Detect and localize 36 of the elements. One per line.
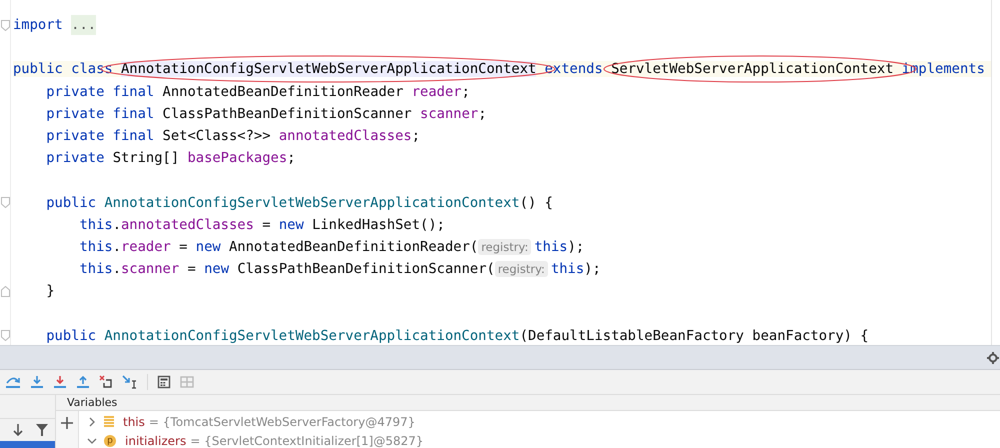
code-line: public AnnotationConfigServletWebServerApplicationContext(DefaultListableBeanFactory beanFactory) {: [45, 328, 869, 344]
filter-icon[interactable]: [36, 423, 48, 438]
panel-title[interactable]: Variables: [67, 396, 118, 409]
fold-marker-icon[interactable]: [0, 20, 10, 31]
settings-icon[interactable]: [987, 352, 999, 364]
code-line: private final ClassPathBeanDefinitionScanner scanner;: [45, 106, 486, 122]
parameter-badge: p: [104, 434, 116, 446]
code-line: this.annotatedClasses = new LinkedHashSet();: [78, 216, 445, 233]
code-line: public AnnotationConfigServletWebServerApplicationContext() {: [45, 194, 553, 211]
fold-marker-icon[interactable]: [0, 330, 10, 342]
code-line: private final Set<Class<?>> annotatedClasses;: [45, 128, 420, 144]
plus-icon[interactable]: [61, 417, 73, 429]
variable-value: = {ServletContextInitializer[1]@5827}: [190, 434, 424, 448]
code-line: private String[] basePackages;: [45, 150, 296, 166]
chevron-icon[interactable]: [87, 436, 97, 446]
code-editor[interactable]: [0, 0, 992, 345]
arrow-down-icon[interactable]: [53, 375, 67, 389]
code-line: }: [45, 283, 55, 300]
list-icon: [104, 416, 114, 428]
code-line: import ...: [13, 17, 96, 34]
fold-marker-icon[interactable]: [0, 286, 10, 297]
arrow-up-icon[interactable]: [76, 375, 90, 389]
drop-frame-icon[interactable]: [99, 375, 113, 389]
code-line: this.reader = new AnnotatedBeanDefinitionReader( registry: this);: [78, 238, 584, 255]
step-over-icon[interactable]: [5, 375, 21, 389]
arrow-down-icon[interactable]: [30, 375, 44, 389]
chevron-icon[interactable]: [87, 416, 97, 426]
variable-name: initializers: [125, 434, 186, 448]
fold-marker-icon[interactable]: [0, 197, 10, 208]
calculator-icon[interactable]: [157, 375, 171, 389]
arrow-down-icon[interactable]: [12, 423, 24, 438]
code-line: this.scanner = new ClassPathBeanDefinitionScanner( registry: this);: [78, 261, 601, 278]
code-line: private final AnnotatedBeanDefinitionReader reader;: [45, 84, 470, 100]
variable-name: this: [123, 414, 145, 428]
variable-value: = {TomcatServletWebServerFactory@4797}: [148, 414, 416, 428]
cursor-icon[interactable]: [122, 375, 138, 389]
